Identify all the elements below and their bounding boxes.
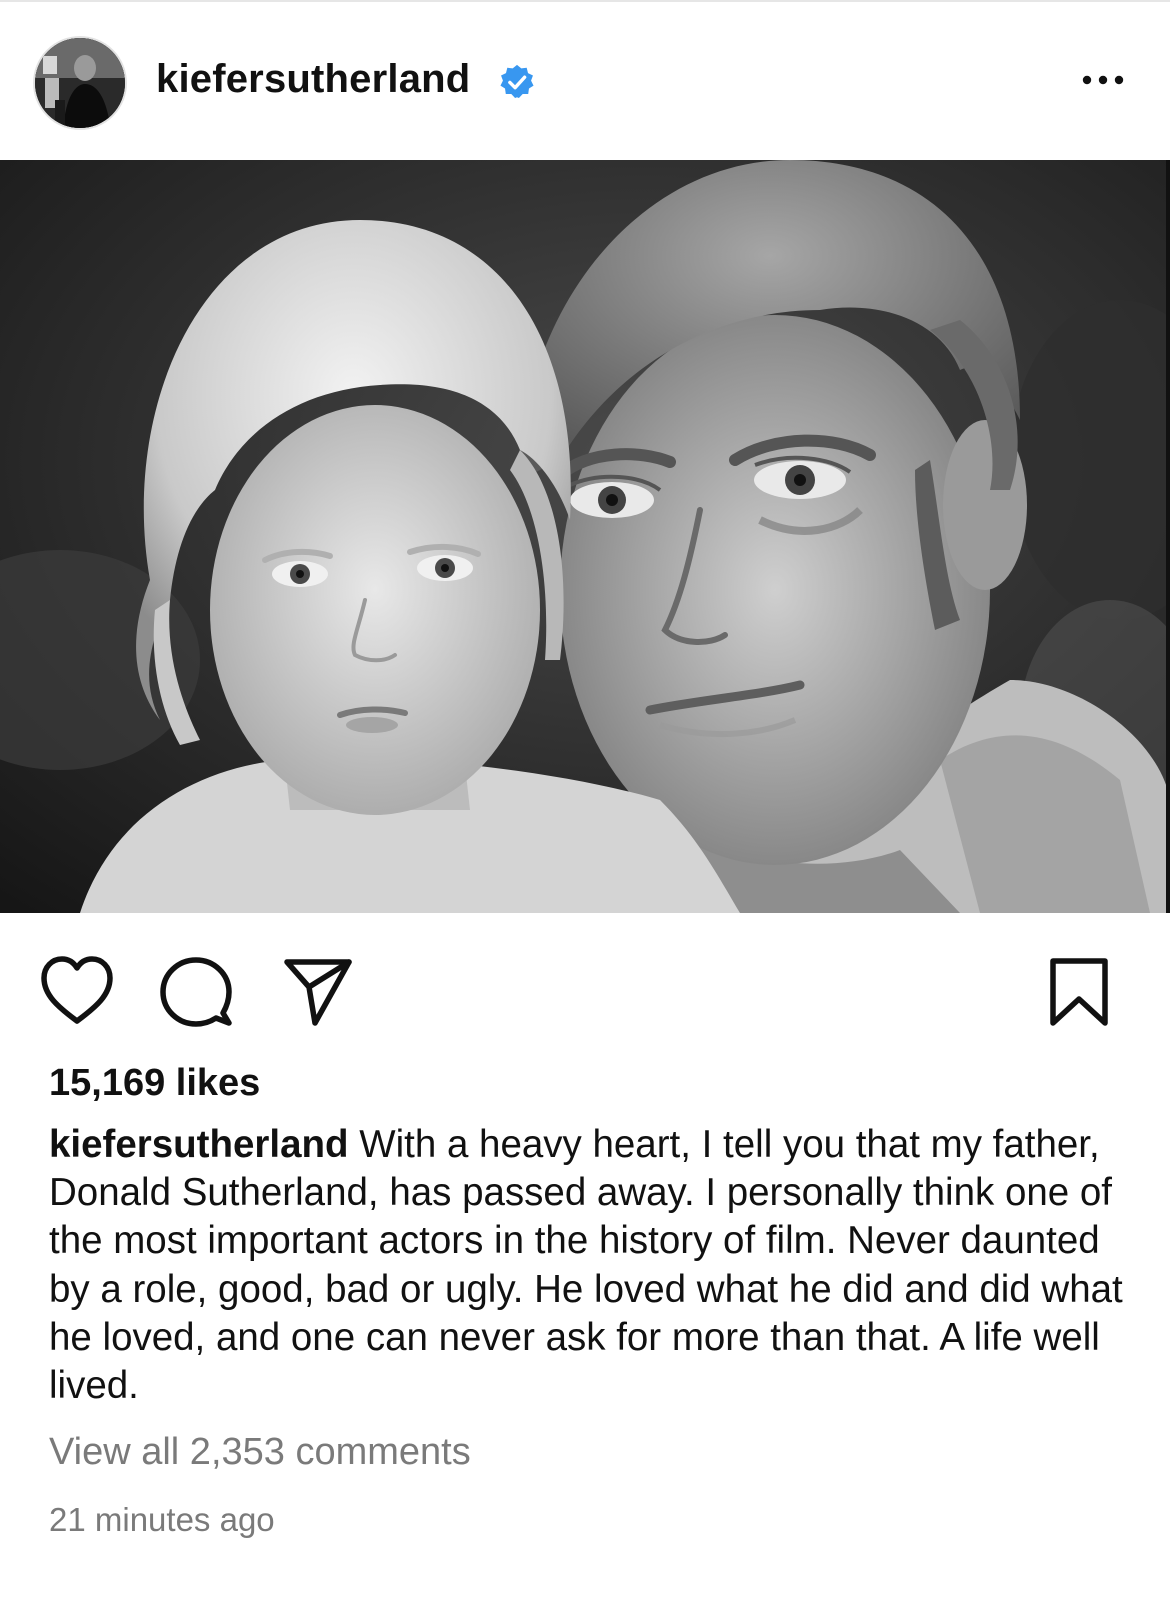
- send-icon[interactable]: [279, 953, 357, 1031]
- action-bar: [0, 913, 1170, 1043]
- likes-count[interactable]: 15,169 likes: [49, 1062, 260, 1105]
- more-options-icon[interactable]: [1078, 62, 1128, 98]
- avatar[interactable]: [33, 36, 127, 130]
- photo-edge: [1166, 160, 1170, 913]
- username[interactable]: kiefersutherland: [156, 57, 470, 102]
- caption: kiefersutherland With a heavy heart, I t…: [49, 1121, 1139, 1410]
- post-header: kiefersutherland: [0, 2, 1170, 160]
- bookmark-icon[interactable]: [1043, 953, 1115, 1031]
- view-comments-link[interactable]: View all 2,353 comments: [49, 1431, 471, 1474]
- post-image: [0, 160, 1170, 913]
- instagram-post: kiefersutherland 15,169 likes kiefersuth…: [0, 0, 1170, 1606]
- post-timestamp: 21 minutes ago: [49, 1501, 275, 1538]
- avatar-image: [35, 38, 125, 128]
- caption-username[interactable]: kiefersutherland: [49, 1123, 349, 1166]
- comment-icon[interactable]: [157, 953, 235, 1031]
- verified-badge-icon: [498, 63, 536, 101]
- heart-icon[interactable]: [38, 953, 116, 1031]
- post-photo[interactable]: [0, 160, 1170, 913]
